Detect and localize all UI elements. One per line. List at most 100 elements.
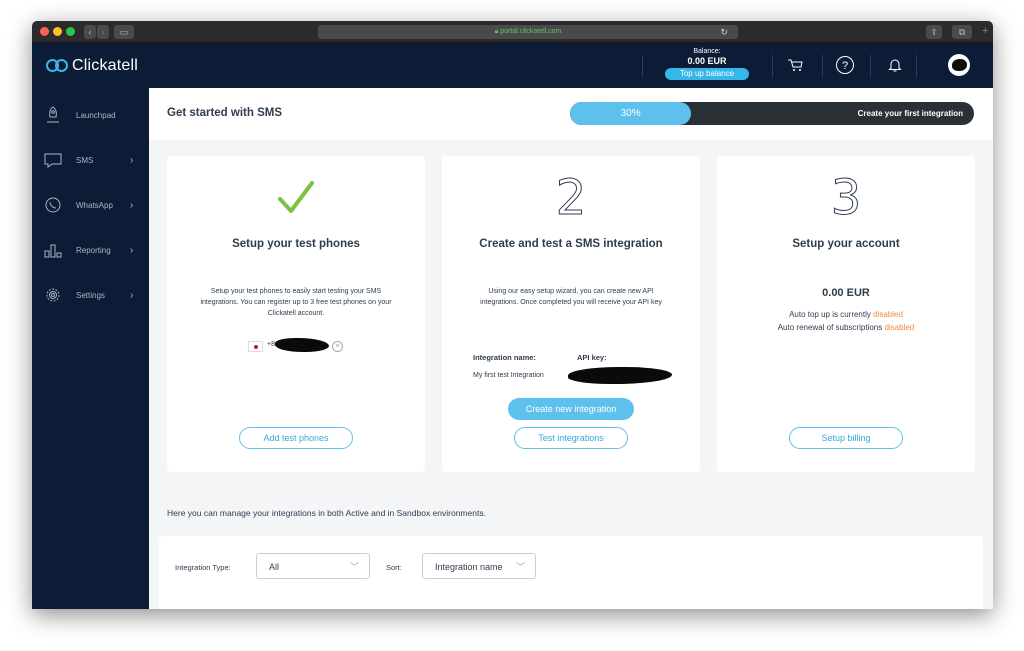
sidebar-item-label: Settings (76, 290, 105, 300)
header-divider (916, 55, 917, 77)
close-window-button[interactable] (40, 27, 49, 36)
sort-select[interactable]: Integration name ﹀ (422, 553, 536, 579)
minimize-window-button[interactable] (53, 27, 62, 36)
sort-value: Integration name (435, 562, 503, 572)
create-integration-card: 2 Create and test a SMS integration Usin… (442, 156, 700, 472)
bell-icon[interactable] (884, 54, 906, 76)
cart-icon[interactable] (784, 54, 806, 76)
progress-fill: 30% (570, 102, 692, 125)
integration-type-label: Integration Type: (175, 563, 231, 572)
card-title: Create and test a SMS integration (479, 238, 663, 250)
step-number: 3 (830, 170, 862, 227)
top-up-balance-button[interactable]: Top up balance (665, 68, 749, 80)
sidebar-item-reporting[interactable]: Reporting › (32, 235, 149, 265)
sidebar-item-label: WhatsApp (76, 200, 113, 210)
sidebar-item-whatsapp[interactable]: WhatsApp › (32, 190, 149, 220)
integration-name-label: Integration name: (473, 353, 536, 362)
next-step-label[interactable]: Create your first integration (858, 102, 963, 125)
chevron-down-icon: ﹀ (515, 562, 525, 572)
auto-topup-text: Auto top up is currently (789, 310, 871, 319)
setup-billing-button[interactable]: Setup billing (789, 427, 903, 449)
card-title: Setup your account (792, 238, 900, 250)
card-description: Setup your test phones to easily start t… (200, 288, 392, 317)
setup-account-card: 3 Setup your account 0.00 EUR Auto top u… (717, 156, 975, 472)
app-header: Clickatell Balance: 0.00 EUR Top up bala… (32, 43, 993, 88)
japan-flag-icon (248, 341, 263, 352)
chevron-right-icon: › (130, 199, 134, 211)
browser-titlebar: ‹ › ▭ 🔒︎ portal.clickatell.com ↻ ⇪ ⧉ + (32, 21, 993, 43)
logo-text: Clickatell (72, 57, 139, 74)
chevron-down-icon: ﹀ (349, 562, 359, 572)
auto-renewal-text: Auto renewal of subscriptions (777, 323, 883, 332)
header-divider (772, 55, 773, 77)
test-phone-entry: +8 × (248, 338, 343, 353)
account-amount: 0.00 EUR (822, 287, 870, 299)
onboarding-progress-bar: 30% Create your first integration (570, 102, 974, 125)
sidebar-toggle-icon[interactable]: ▭ (114, 25, 134, 39)
api-key-label: API key: (577, 353, 607, 362)
help-icon[interactable]: ? (834, 54, 856, 76)
balance-widget: Balance: 0.00 EUR Top up balance (664, 47, 750, 80)
browser-window: ‹ › ▭ 🔒︎ portal.clickatell.com ↻ ⇪ ⧉ + C… (32, 21, 993, 609)
chevron-right-icon: › (130, 154, 134, 166)
sidebar-item-launchpad[interactable]: Launchpad (32, 100, 149, 130)
integration-filter-panel: Integration Type: All ﹀ Sort: Integratio… (159, 536, 983, 609)
setup-test-phones-card: Setup your test phones Setup your test p… (167, 156, 425, 472)
header-divider (642, 55, 643, 77)
page-title: Get started with SMS (167, 107, 283, 119)
integration-type-select[interactable]: All ﹀ (256, 553, 370, 579)
auto-renewal-status[interactable]: disabled (884, 323, 914, 332)
auto-topup-line: Auto top up is currently disabled (717, 310, 975, 319)
lock-icon: 🔒︎ (494, 28, 499, 35)
sidebar: Launchpad SMS › WhatsApp › Reporting › S… (32, 88, 149, 609)
chat-bubble-icon (44, 153, 62, 168)
card-title: Setup your test phones (232, 238, 360, 250)
add-test-phones-button[interactable]: Add test phones (239, 427, 353, 449)
sidebar-item-settings[interactable]: Settings › (32, 280, 149, 310)
desktop: ‹ › ▭ 🔒︎ portal.clickatell.com ↻ ⇪ ⧉ + C… (0, 0, 1024, 651)
tabs-icon[interactable]: ⧉ (952, 25, 972, 39)
auto-topup-status[interactable]: disabled (873, 310, 903, 319)
test-integrations-button[interactable]: Test integrations (514, 427, 628, 449)
address-bar[interactable]: 🔒︎ portal.clickatell.com ↻ (318, 25, 738, 39)
share-icon[interactable]: ⇪ (926, 25, 942, 39)
sidebar-item-sms[interactable]: SMS › (32, 145, 149, 175)
sidebar-item-label: Launchpad (76, 110, 116, 120)
new-tab-icon[interactable]: + (982, 25, 988, 37)
whatsapp-icon (45, 197, 61, 213)
checkmark-icon (167, 170, 425, 226)
avatar[interactable] (948, 54, 970, 76)
balance-value: 0.00 EUR (687, 56, 727, 66)
auto-renewal-line: Auto renewal of subscriptions disabled (717, 323, 975, 332)
clickatell-logo-icon (46, 59, 68, 73)
header-divider (870, 55, 871, 77)
back-icon[interactable]: ‹ (84, 25, 96, 39)
get-started-bar: Get started with SMS 30% Create your fir… (149, 88, 993, 140)
reload-icon[interactable]: ↻ (720, 25, 728, 39)
svg-text:?: ? (842, 60, 848, 72)
integration-type-value: All (269, 562, 280, 572)
sidebar-item-label: SMS (76, 155, 94, 165)
remove-phone-icon[interactable]: × (332, 341, 343, 352)
step-three-number: 3 (717, 170, 975, 227)
card-description: Using our easy setup wizard, you can cre… (480, 288, 662, 306)
manage-integrations-text: Here you can manage your integrations in… (167, 508, 486, 518)
redacted-api-key (568, 367, 672, 384)
address-bar-url: portal.clickatell.com (500, 28, 562, 35)
step-number: 2 (555, 170, 587, 227)
maximize-window-button[interactable] (66, 27, 75, 36)
step-two-number: 2 (442, 170, 700, 227)
forward-icon[interactable]: › (97, 25, 109, 39)
chevron-right-icon: › (130, 244, 134, 256)
redacted-phone-number (275, 338, 329, 352)
bar-chart-icon (44, 244, 62, 258)
main-content: Get started with SMS 30% Create your fir… (149, 88, 993, 609)
test-phone-number: +8 (267, 341, 275, 348)
chevron-right-icon: › (130, 289, 134, 301)
clickatell-logo[interactable]: Clickatell (46, 55, 138, 77)
sort-label: Sort: (386, 563, 402, 572)
sidebar-item-label: Reporting (76, 245, 111, 255)
create-new-integration-button[interactable]: Create new integration (508, 398, 634, 420)
integration-name-value: My first test Integration (473, 372, 544, 379)
rocket-icon (47, 106, 59, 123)
